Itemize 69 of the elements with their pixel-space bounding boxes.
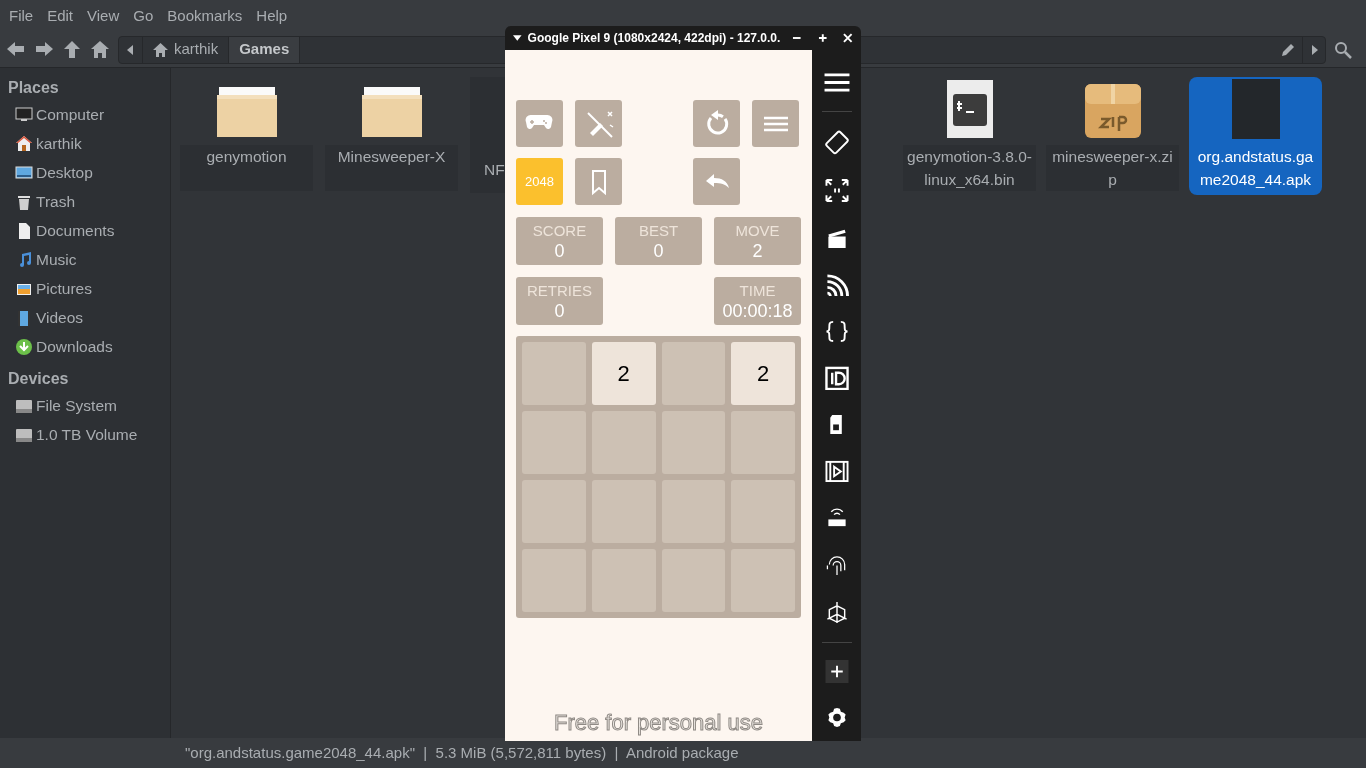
directory-entry[interactable]: Minesweeper-X bbox=[325, 77, 458, 195]
home-icon[interactable] bbox=[90, 40, 110, 59]
directory-entry[interactable]: minesweeper-x.zip bbox=[1046, 77, 1179, 195]
package-icon bbox=[1084, 81, 1141, 139]
stat-label: SCORE bbox=[532, 221, 587, 241]
board-tile: 2 bbox=[591, 342, 656, 405]
breadcrumb-button[interactable]: Games bbox=[229, 36, 301, 63]
caret-icon bbox=[1310, 44, 1318, 55]
film-icon bbox=[15, 308, 33, 327]
stat-value: 0 bbox=[554, 301, 565, 321]
add-icon[interactable] bbox=[824, 660, 849, 683]
stat-value: 0 bbox=[554, 241, 565, 261]
sidebar-item[interactable]: Desktop bbox=[0, 158, 170, 187]
file-icon bbox=[1231, 79, 1280, 139]
rotate-icon[interactable] bbox=[823, 128, 850, 156]
menu-item[interactable]: Edit bbox=[40, 0, 81, 32]
sidebar-item[interactable]: Computer bbox=[0, 100, 170, 129]
menu-item[interactable]: View bbox=[80, 0, 127, 32]
menu-item[interactable]: Go bbox=[126, 0, 161, 32]
board-tile: 2 bbox=[731, 342, 795, 405]
sidebar-item[interactable]: Documents bbox=[0, 216, 170, 245]
fit-screen-icon[interactable] bbox=[823, 177, 850, 203]
sidebar-item[interactable]: File System bbox=[0, 391, 170, 420]
monitor-icon bbox=[15, 105, 33, 124]
up-icon[interactable] bbox=[62, 40, 82, 59]
directory-entry[interactable]: genymotion bbox=[180, 77, 313, 195]
house-icon bbox=[15, 134, 33, 153]
search-icon bbox=[1334, 40, 1352, 59]
home-icon bbox=[153, 42, 168, 57]
menu-item[interactable]: Bookmarks bbox=[160, 0, 250, 32]
stat-value: 2 bbox=[752, 241, 763, 261]
terminal-icon bbox=[945, 79, 994, 139]
film-icon[interactable] bbox=[823, 459, 850, 485]
download-icon bbox=[15, 337, 33, 356]
window-title: Google Pixel 9 (1080x2424, 422dpi) - 127.0.0. bbox=[527, 30, 781, 47]
close-icon[interactable] bbox=[843, 33, 853, 43]
maximize-icon[interactable] bbox=[817, 33, 828, 43]
sidebar-item[interactable]: 1.0 TB Volume bbox=[0, 420, 170, 449]
stat-value: 0 bbox=[653, 241, 664, 261]
stat-label: MOVE bbox=[735, 221, 780, 241]
directory-entry[interactable]: org.andstatus.game2048_44.apk bbox=[1189, 77, 1322, 195]
sidebar-item[interactable]: karthik bbox=[0, 129, 170, 158]
braces-icon[interactable] bbox=[823, 318, 850, 344]
back-icon[interactable] bbox=[6, 40, 26, 59]
menu-item[interactable]: Help bbox=[249, 0, 295, 32]
license-notice: Free for personal use bbox=[552, 709, 765, 737]
sidebar-item[interactable]: Pictures bbox=[0, 274, 170, 303]
directory-entry[interactable]: genymotion-3.8.0-linux_x64.bin bbox=[903, 77, 1036, 195]
section-heading: Places bbox=[7, 78, 60, 98]
stat-label: TIME bbox=[739, 281, 776, 301]
menu-item[interactable]: File bbox=[2, 0, 41, 32]
caret-icon[interactable] bbox=[513, 35, 522, 41]
folder-icon bbox=[360, 87, 423, 139]
stat-label: BEST bbox=[638, 221, 679, 241]
sidebar-item[interactable]: Downloads bbox=[0, 332, 170, 361]
sidebar-item[interactable]: Videos bbox=[0, 303, 170, 332]
caret-icon bbox=[127, 44, 134, 55]
sidebar-item[interactable]: Trash bbox=[0, 187, 170, 216]
sidebar-item[interactable]: Music bbox=[0, 245, 170, 274]
section-heading: Devices bbox=[7, 369, 70, 389]
id-card-icon[interactable] bbox=[823, 365, 850, 391]
stat-value: 00:00:18 bbox=[722, 301, 793, 321]
forward-icon[interactable] bbox=[34, 40, 54, 59]
stat-label: RETRIES bbox=[527, 281, 592, 301]
desktop-icon bbox=[15, 163, 33, 182]
status-bar-text: "org.andstatus.game2048_44.apk" | 5.3 MiB (5,572,811 bytes) | Android package bbox=[185, 742, 739, 763]
pencil-icon bbox=[1279, 41, 1296, 58]
folder-icon bbox=[215, 87, 278, 139]
directory-entry[interactable]: NF bbox=[470, 77, 505, 193]
